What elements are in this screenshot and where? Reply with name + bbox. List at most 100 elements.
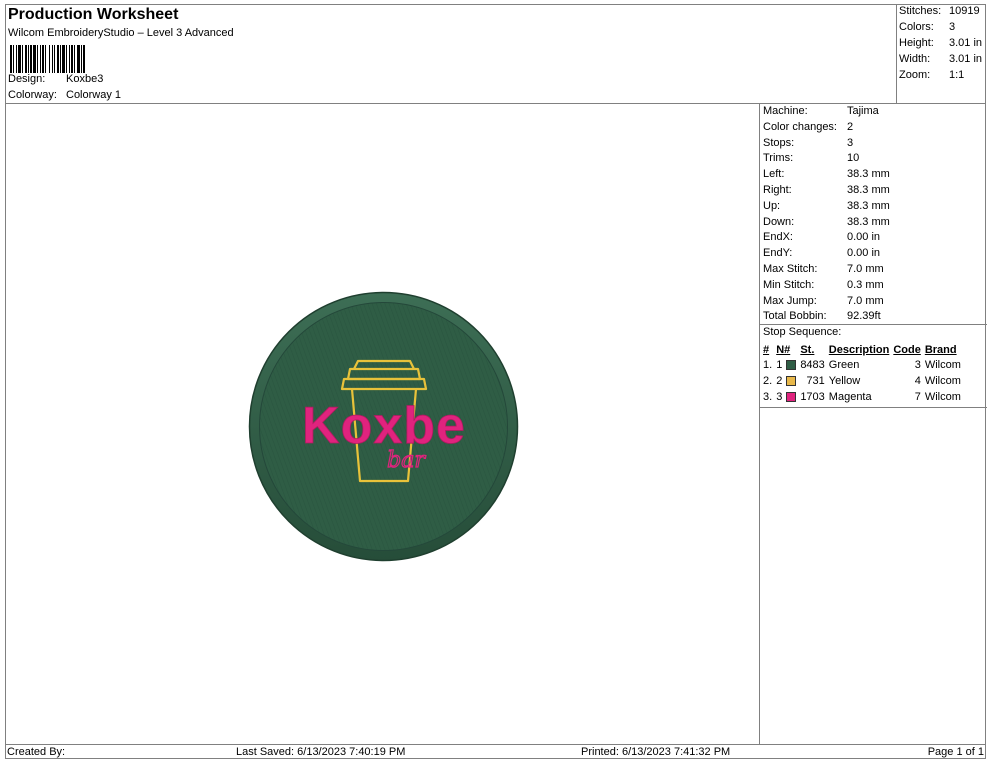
info-row: Down: 38.3 mm: [763, 216, 890, 228]
stop-index: 3.: [763, 391, 773, 403]
width-value: 3.01 in: [949, 53, 983, 65]
info-value: 10: [847, 152, 860, 165]
color-swatch: [786, 360, 797, 371]
swatch-cell: [784, 389, 798, 405]
logo-sub-text: bar: [387, 448, 426, 473]
info-value: 0.00 in: [847, 231, 881, 244]
info-value: 3: [847, 136, 854, 149]
table-row: 3. 3 1703 Magenta 7 Wilcom: [761, 389, 963, 405]
info-row: Up: 38.3 mm: [763, 200, 890, 212]
info-label: Total Bobbin:: [763, 310, 827, 323]
info-label: Min Stitch:: [763, 278, 815, 291]
table-row: 2. 2 731 Yellow 4 Wilcom: [761, 373, 963, 389]
column-header: N#: [776, 343, 791, 356]
width-label: Width:: [899, 53, 931, 65]
height-value: 3.01 in: [949, 37, 983, 49]
info-row: Stops: 3: [763, 137, 853, 149]
stop-index: 1.: [763, 359, 773, 371]
color-description: Yellow: [828, 375, 861, 387]
divider: [760, 324, 987, 325]
table-header-row: # N# St. Description Code Brand: [761, 342, 963, 357]
software-subtitle: Wilcom EmbroideryStudio – Level 3 Advanc…: [8, 27, 234, 39]
column-header: Description: [828, 343, 890, 356]
stop-needle: 2: [776, 375, 783, 387]
stitches-row: Stitches: 10919: [899, 5, 980, 17]
color-swatch: [786, 376, 797, 387]
info-row: Max Jump: 7.0 mm: [763, 295, 884, 307]
info-label: Machine:: [763, 105, 808, 117]
info-label: Max Jump:: [763, 294, 817, 307]
color-swatch: [786, 392, 797, 403]
info-row: Min Stitch: 0.3 mm: [763, 279, 884, 291]
design-label: Design:: [8, 73, 46, 85]
thread-brand: Wilcom: [924, 375, 961, 387]
info-label: Right:: [763, 184, 792, 196]
stop-needle: 3: [776, 391, 783, 403]
height-label: Height:: [899, 37, 934, 49]
info-row: Total Bobbin: 92.39ft: [763, 310, 881, 322]
worksheet-header: Production Worksheet Wilcom EmbroiderySt…: [5, 4, 896, 104]
column-header: St.: [800, 343, 815, 356]
stop-needle: 1: [776, 359, 783, 371]
info-value: 0.3 mm: [847, 278, 884, 291]
embroidery-patch: Koxbe bar: [248, 291, 519, 562]
colors-label: Colors:: [899, 21, 934, 33]
info-row: EndY: 0.00 in: [763, 247, 880, 259]
info-label: EndX:: [763, 231, 793, 244]
info-value: 38.3 mm: [847, 199, 890, 212]
colorway-label: Colorway:: [8, 89, 57, 101]
stitch-count: 731: [806, 375, 825, 387]
footer: Created By: Last Saved: 6/13/2023 7:40:1…: [5, 744, 986, 759]
info-label: Color changes:: [763, 120, 837, 133]
info-value: 2: [847, 120, 854, 133]
summary-panel: Stitches: 10919 Colors: 3 Height: 3.01 in W…: [896, 4, 986, 104]
info-value: 7.0 mm: [847, 263, 884, 275]
divider: [760, 407, 987, 408]
color-code: 4: [914, 375, 921, 387]
colorway-value: Colorway 1: [66, 89, 122, 101]
info-label: Down:: [763, 215, 795, 228]
info-value: 38.3 mm: [847, 168, 890, 181]
color-code: 7: [914, 391, 921, 403]
info-row: Trims: 10: [763, 152, 859, 164]
zoom-value: 1:1: [949, 69, 965, 81]
created-by: Created By:: [7, 746, 66, 758]
info-row: Right: 38.3 mm: [763, 184, 890, 196]
info-row: Left: 38.3 mm: [763, 168, 890, 180]
thread-brand: Wilcom: [924, 359, 961, 371]
color-description: Magenta: [828, 391, 872, 403]
info-label: Max Stitch:: [763, 263, 818, 275]
swatch-cell: [784, 373, 798, 389]
height-row: Height: 3.01 in: [899, 37, 982, 49]
info-value: 7.0 mm: [847, 294, 884, 307]
zoom-row: Zoom: 1:1: [899, 69, 964, 81]
info-value: 92.39ft: [847, 310, 881, 323]
printed-date: Printed: 6/13/2023 7:41:32 PM: [581, 746, 731, 758]
stitch-count: 1703: [800, 391, 825, 403]
info-row: EndX: 0.00 in: [763, 231, 880, 243]
stop-sequence-table: # N# St. Description Code Brand 1. 1 8483 Green 3…: [761, 342, 963, 405]
column-header: #: [763, 343, 770, 356]
info-label: Stops:: [763, 136, 795, 149]
colors-row: Colors: 3: [899, 21, 955, 33]
swatch-cell: [784, 357, 798, 373]
info-row: Machine: Tajima: [763, 105, 879, 117]
design-row: Design: Koxbe3: [8, 73, 103, 85]
table-row: 1. 1 8483 Green 3 Wilcom: [761, 357, 963, 373]
info-value: Tajima: [847, 105, 879, 117]
info-value: 38.3 mm: [847, 215, 890, 228]
barcode: [10, 45, 114, 73]
color-code: 3: [914, 359, 921, 371]
width-row: Width: 3.01 in: [899, 53, 982, 65]
info-row: Max Stitch: 7.0 mm: [763, 263, 884, 275]
info-label: Trims:: [763, 152, 794, 165]
logo-main-text: Koxbe: [302, 397, 466, 455]
stitch-count: 8483: [800, 359, 825, 371]
info-value: 0.00 in: [847, 247, 881, 260]
thread-brand: Wilcom: [924, 391, 961, 403]
colors-value: 3: [949, 21, 956, 33]
info-panel: Machine: Tajima Color changes: 2 Stops: 3 Trim…: [759, 104, 987, 744]
design-value: Koxbe3: [66, 73, 104, 85]
zoom-label: Zoom:: [899, 69, 931, 81]
last-saved: Last Saved: 6/13/2023 7:40:19 PM: [236, 746, 406, 758]
